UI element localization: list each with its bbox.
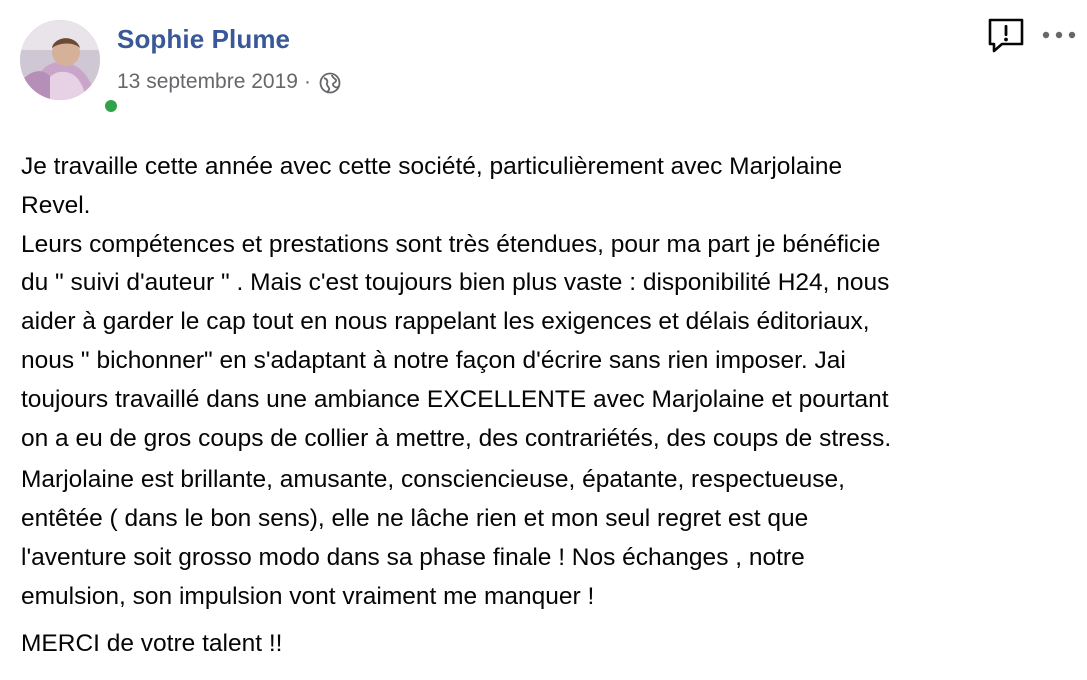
post-paragraph: Je travaille cette année avec cette soci… xyxy=(21,153,892,452)
post-card: Sophie Plume 13 septembre 2019 · Je trav… xyxy=(0,0,1087,680)
online-status-indicator xyxy=(102,97,120,115)
author-avatar-container[interactable] xyxy=(20,20,120,115)
author-name-link[interactable]: Sophie Plume xyxy=(117,24,290,55)
post-meta: 13 septembre 2019 · xyxy=(117,70,341,94)
report-icon[interactable] xyxy=(986,16,1026,56)
avatar[interactable] xyxy=(20,20,100,100)
more-options-icon[interactable] xyxy=(1041,22,1077,48)
post-paragraph: Marjolaine est brillante, amusante, cons… xyxy=(21,466,845,610)
post-body: Je travaille cette année avec cette soci… xyxy=(21,148,1081,663)
post-date-link[interactable]: 13 septembre 2019 xyxy=(117,70,298,94)
globe-icon[interactable] xyxy=(319,72,341,94)
post-paragraph: MERCI de votre talent !! xyxy=(21,629,283,657)
meta-separator: · xyxy=(303,70,311,93)
